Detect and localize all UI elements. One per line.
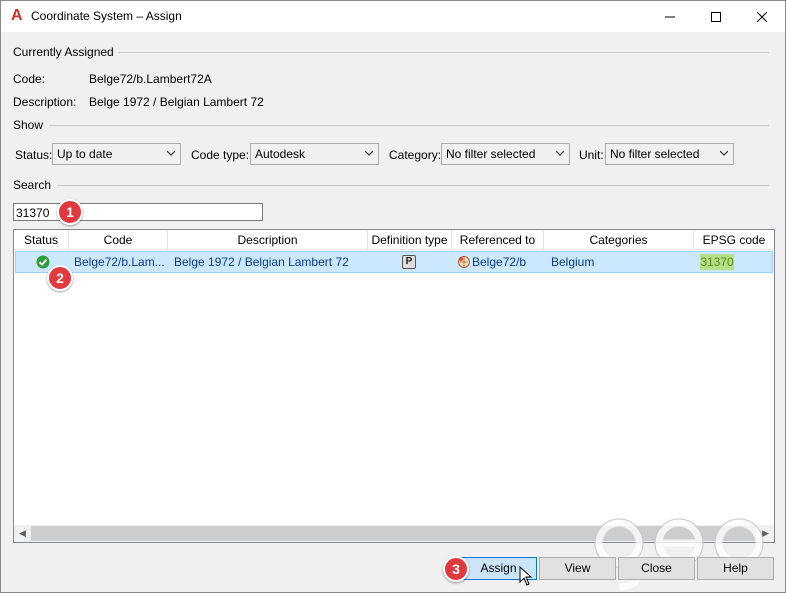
view-button[interactable]: View [539, 557, 616, 580]
row-description: Belge 1972 / Belgian Lambert 72 [174, 255, 349, 269]
code-value: Belge72/b.Lambert72A [89, 72, 212, 86]
autocad-a-icon: A [11, 7, 23, 24]
close-button[interactable]: Close [618, 557, 695, 580]
search-heading: Search [13, 178, 52, 192]
chevron-down-icon [365, 150, 373, 156]
chevron-down-icon [556, 150, 564, 156]
currently-assigned-heading: Currently Assigned [13, 45, 114, 59]
step-badge-1: 1 [57, 199, 83, 225]
unit-filter-value: No filter selected [610, 147, 700, 161]
status-filter-label: Status: [15, 148, 53, 162]
category-filter-value: No filter selected [446, 147, 536, 161]
close-window-button[interactable] [739, 1, 785, 32]
row-categories: Belgium [551, 255, 595, 269]
code-type-filter-dropdown[interactable]: Autodesk [250, 143, 379, 165]
datum-reference-icon [457, 255, 471, 269]
description-label: Description: [13, 95, 77, 109]
chevron-down-icon [167, 150, 175, 156]
show-heading: Show [13, 118, 44, 132]
section-divider [119, 52, 769, 53]
chevron-down-icon [720, 150, 728, 156]
minimize-icon [665, 16, 675, 17]
code-type-filter-label: Code type: [191, 148, 250, 162]
green-check-icon [36, 255, 50, 269]
close-icon [757, 11, 767, 22]
column-header-status[interactable]: Status [14, 230, 69, 250]
minimize-button[interactable] [647, 1, 693, 32]
code-type-filter-value: Autodesk [255, 147, 306, 161]
coordinate-system-assign-dialog: A Coordinate System – Assign Currently A… [0, 0, 786, 593]
code-label: Code: [13, 72, 46, 86]
mouse-pointer-icon [519, 566, 533, 586]
search-input[interactable] [13, 203, 263, 221]
help-button[interactable]: Help [697, 557, 774, 580]
status-filter-dropdown[interactable]: Up to date [52, 143, 181, 165]
title-bar: A Coordinate System – Assign [1, 1, 785, 32]
projected-definition-icon: P [402, 255, 416, 269]
column-header-categories[interactable]: Categories [544, 230, 694, 250]
step-badge-2: 2 [47, 265, 73, 291]
column-header-referenced-to[interactable]: Referenced to [452, 230, 544, 250]
maximize-icon [711, 11, 721, 22]
unit-filter-dropdown[interactable]: No filter selected [605, 143, 734, 165]
row-epsg-code: 31370 [700, 254, 734, 270]
table-header: Status Code Description Definition type … [14, 230, 774, 250]
scroll-left-icon[interactable]: ◀ [14, 525, 31, 542]
column-header-description[interactable]: Description [168, 230, 368, 250]
unit-filter-label: Unit: [579, 148, 604, 162]
step-badge-3: 3 [443, 556, 469, 582]
window-title: Coordinate System – Assign [31, 9, 182, 23]
row-code: Belge72/b.Lam... [74, 255, 165, 269]
category-filter-dropdown[interactable]: No filter selected [441, 143, 570, 165]
status-filter-value: Up to date [57, 147, 113, 161]
section-divider [49, 125, 769, 126]
coordinate-systems-table[interactable]: Status Code Description Definition type … [13, 229, 775, 543]
column-header-code[interactable]: Code [69, 230, 168, 250]
maximize-button[interactable] [693, 1, 739, 32]
row-referenced-to: Belge72/b [472, 255, 527, 269]
category-filter-label: Category: [389, 148, 442, 162]
description-value: Belge 1972 / Belgian Lambert 72 [89, 95, 264, 109]
column-header-definition-type[interactable]: Definition type [368, 230, 452, 250]
column-header-epsg-code[interactable]: EPSG code [694, 230, 774, 250]
section-divider [57, 185, 769, 186]
table-row[interactable]: Belge72/b.Lam... Belge 1972 / Belgian La… [15, 251, 773, 273]
